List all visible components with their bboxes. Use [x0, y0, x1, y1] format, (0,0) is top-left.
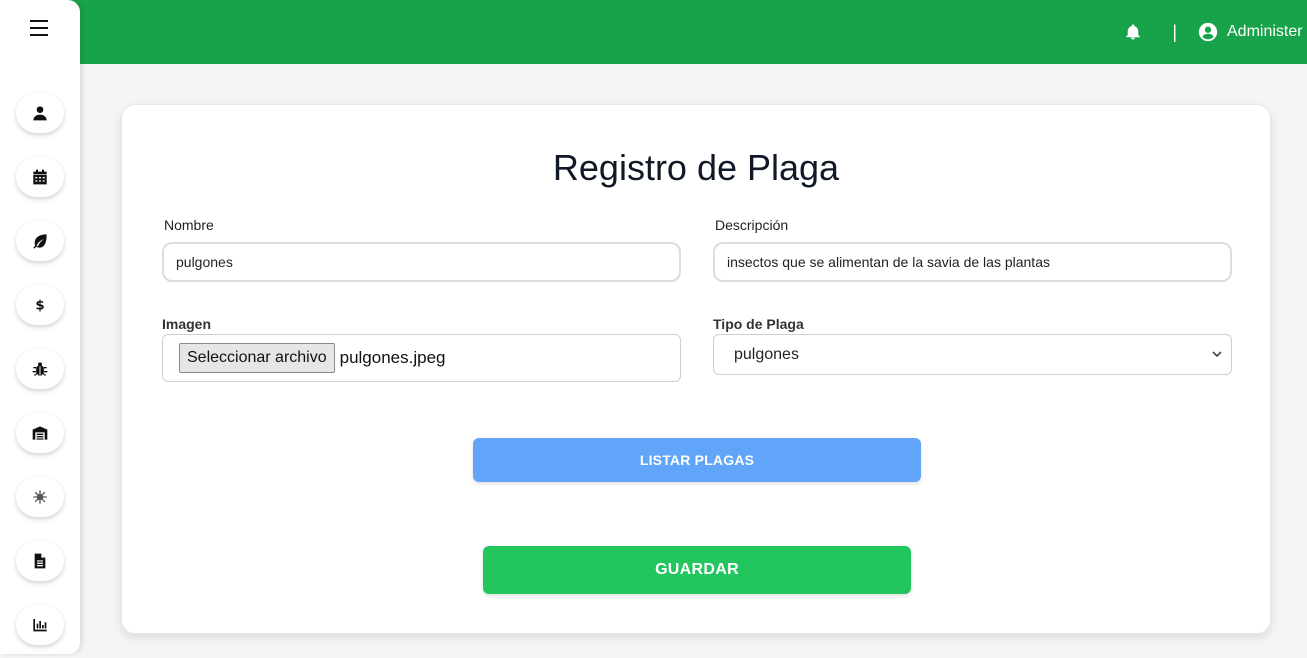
sidebar-item-statistics[interactable]: [16, 605, 64, 645]
sidebar-item-warehouse[interactable]: [16, 413, 64, 453]
header-separator: |: [1172, 21, 1177, 42]
pest-registration-card: Registro de Plaga Nombre pulgones Descri…: [121, 104, 1271, 634]
sidebar-item-finance[interactable]: $: [16, 285, 64, 325]
image-file-input[interactable]: Seleccionar archivo pulgones.jpeg: [162, 334, 681, 382]
tipo-plaga-select[interactable]: pulgones: [713, 334, 1232, 375]
virus-icon: [33, 490, 47, 504]
imagen-label: Imagen: [162, 316, 212, 332]
sidebar-item-diseases[interactable]: [16, 477, 64, 517]
calendar-icon: [33, 169, 47, 185]
chevron-down-icon: [1212, 351, 1222, 358]
list-pests-button[interactable]: LISTAR PLAGAS: [473, 438, 921, 482]
user-circle-icon: [1198, 22, 1218, 42]
sidebar-item-reports[interactable]: [16, 541, 64, 581]
sidebar-item-calendar[interactable]: [16, 157, 64, 197]
bell-icon[interactable]: [1124, 22, 1142, 42]
top-bar: | Administer: [0, 0, 1307, 64]
sidebar: $: [0, 0, 80, 654]
user-icon: [33, 106, 47, 121]
nombre-label: Nombre: [164, 217, 214, 233]
tipo-plaga-label: Tipo de Plaga: [713, 316, 804, 332]
descripcion-input[interactable]: insectos que se alimentan de la savia de…: [713, 242, 1232, 282]
leaf-icon: [33, 234, 47, 249]
chart-icon: [33, 619, 47, 632]
warehouse-icon: [32, 426, 48, 440]
user-menu[interactable]: Administer: [1197, 21, 1307, 43]
hamburger-icon[interactable]: [30, 20, 50, 36]
user-name: Administer: [1227, 23, 1303, 40]
selected-file-name: pulgones.jpeg: [339, 348, 446, 367]
page-title: Registro de Plaga: [552, 147, 840, 188]
descripcion-label: Descripción: [715, 217, 789, 233]
svg-text:$: $: [35, 299, 44, 313]
choose-file-button[interactable]: Seleccionar archivo: [179, 343, 335, 373]
tipo-plaga-selected-value: pulgones: [734, 345, 799, 363]
sidebar-item-pests[interactable]: [16, 349, 64, 389]
save-button[interactable]: GUARDAR: [483, 546, 911, 594]
sidebar-item-crops[interactable]: [16, 221, 64, 261]
bug-icon: [32, 362, 48, 376]
sidebar-item-users[interactable]: [16, 93, 64, 133]
nombre-input[interactable]: pulgones: [162, 242, 681, 282]
topbar-actions: | Administer: [1124, 0, 1307, 64]
dollar-icon: $: [35, 299, 44, 313]
file-icon: [34, 553, 46, 569]
